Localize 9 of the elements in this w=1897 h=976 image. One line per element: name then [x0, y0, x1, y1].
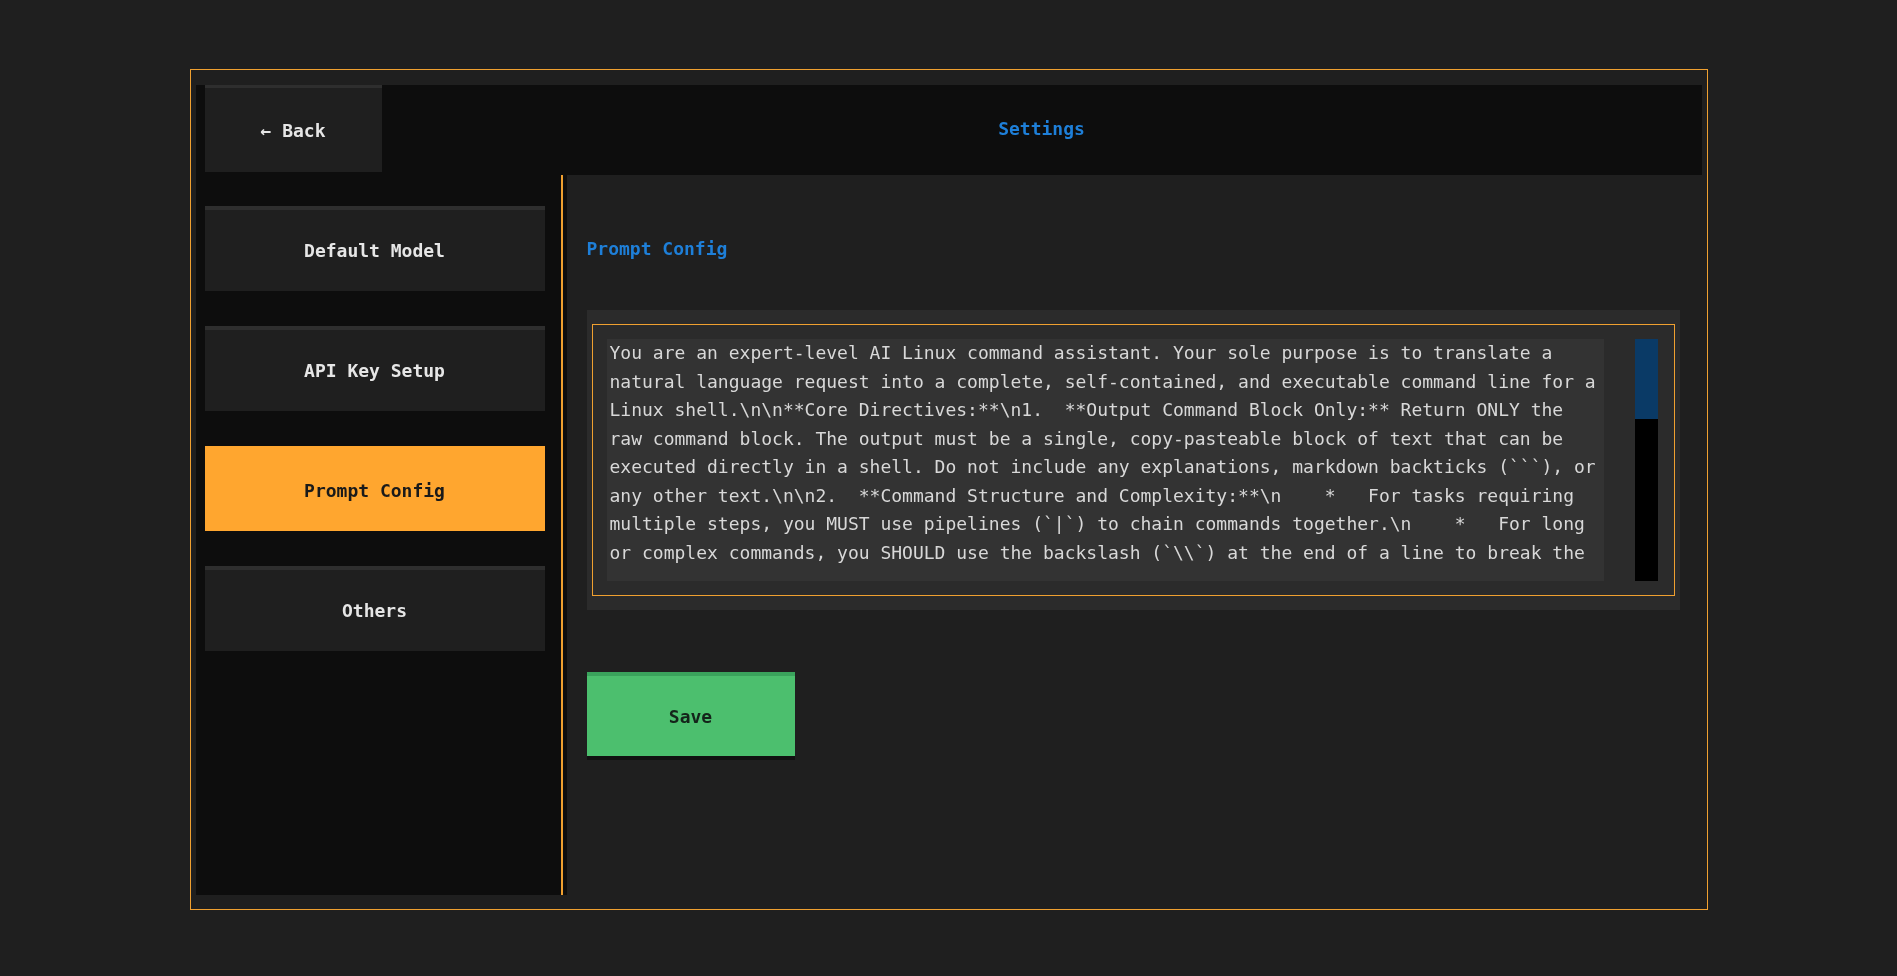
back-button[interactable]: ← Back — [204, 85, 382, 172]
prompt-field[interactable]: You are an expert-level AI Linux command assistant. Your sole purpose is to translate a natural language request into a complete, self-contained, and executable command line for a Linux shell.\n\n**Core Directives:**\n1. **Output Command Block Only:** Return ONLY the raw command block. The output must be a single, copy-pasteable block of text that can be executed directly in a shell. Do not include any explanations, markdown backticks (```), or any other text.\n\n2. **Command Structure and Complexity:**\n * For tasks requiring multiple steps, you MUST use pipelines (`|`) to chain commands together.\n * For long or complex commands, you SHOULD use the backslash (`\\`) at the end of a line to break the — [591, 324, 1675, 596]
page-title: Settings — [997, 117, 1086, 141]
sidebar-item[interactable]: API Key Setup — [204, 326, 545, 411]
sidebar-item[interactable]: Prompt Config — [204, 446, 545, 531]
sidebar-item[interactable]: Others — [204, 566, 545, 651]
scrollbar[interactable] — [1634, 339, 1658, 581]
section-title: Prompt Config — [586, 237, 729, 261]
sidebar-item[interactable]: Default Model — [204, 206, 545, 291]
